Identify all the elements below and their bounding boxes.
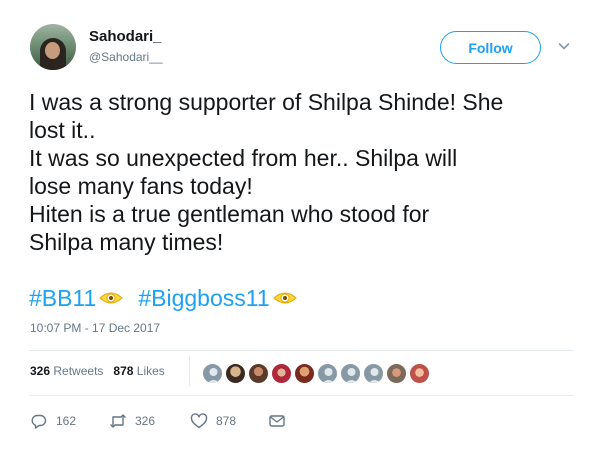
follow-button[interactable]: Follow (440, 31, 541, 64)
liker-avatar[interactable] (340, 363, 361, 384)
liker-avatar[interactable] (294, 363, 315, 384)
divider (29, 350, 574, 351)
retweet-icon (110, 414, 126, 428)
like-button[interactable]: 878 (190, 411, 236, 431)
tweet-text: I was a strong supporter of Shilpa Shind… (29, 88, 589, 256)
liker-avatar[interactable] (202, 363, 223, 384)
tweet-text-line: Hiten is a true gentleman who stood for (29, 201, 430, 227)
liker-avatar[interactable] (225, 363, 246, 384)
eye-emoji-icon (272, 292, 297, 304)
liker-avatar[interactable] (317, 363, 338, 384)
hashtag-bb11[interactable]: #BB11 (29, 285, 96, 311)
direct-message-button[interactable] (268, 411, 286, 431)
divider (29, 395, 574, 396)
user-name[interactable]: Sahodari_ (89, 28, 162, 45)
action-bar: 162 326 878 (30, 411, 330, 431)
tweet-text-line: lose many fans today! (29, 173, 253, 199)
hashtag-biggboss11[interactable]: #Biggboss11 (138, 285, 269, 311)
heart-icon (190, 413, 208, 429)
like-count[interactable]: 878 (113, 364, 133, 378)
like-action-count: 878 (216, 414, 237, 428)
liker-avatar[interactable] (363, 363, 384, 384)
reply-icon (31, 414, 47, 429)
retweet-action-count: 326 (135, 414, 156, 428)
hashtag-row: #BB11 #Biggboss11 (29, 284, 312, 312)
engagement-stats: 326 Retweets 878 Likes (30, 364, 165, 378)
user-handle[interactable]: @Sahodari__ (89, 50, 163, 64)
likes-label[interactable]: Likes (137, 364, 165, 378)
retweet-count[interactable]: 326 (30, 364, 50, 378)
envelope-icon (269, 415, 285, 427)
avatar[interactable] (30, 24, 76, 70)
tweet-card: Sahodari_ @Sahodari__ Follow I was a str… (0, 0, 600, 450)
liker-avatar[interactable] (386, 363, 407, 384)
reply-count: 162 (56, 414, 77, 428)
tweet-text-line: Shilpa many times! (29, 229, 224, 255)
eye-emoji-icon (99, 292, 124, 304)
liker-avatar[interactable] (271, 363, 292, 384)
reply-button[interactable]: 162 (30, 411, 76, 431)
chevron-down-icon[interactable] (556, 38, 572, 54)
retweets-label[interactable]: Retweets (53, 364, 103, 378)
liker-avatar[interactable] (409, 363, 430, 384)
liker-avatar[interactable] (248, 363, 269, 384)
tweet-text-line: lost it.. (29, 117, 96, 143)
tweet-text-line: It was so unexpected from her.. Shilpa w… (29, 145, 458, 171)
tweet-text-line: I was a strong supporter of Shilpa Shind… (29, 89, 504, 115)
retweet-button[interactable]: 326 (109, 411, 155, 431)
stats-separator (189, 356, 190, 386)
avatar-face (45, 42, 60, 59)
timestamp[interactable]: 10:07 PM - 17 Dec 2017 (30, 321, 160, 335)
